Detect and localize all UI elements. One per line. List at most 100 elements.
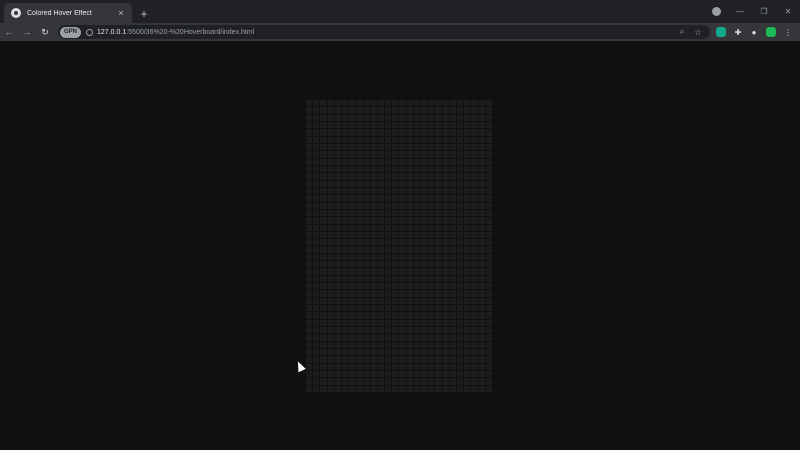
grid-cell[interactable] [471,312,478,319]
grid-cell[interactable] [370,378,377,385]
grid-cell[interactable] [478,195,485,202]
grid-cell[interactable] [464,173,471,180]
grid-cell[interactable] [442,100,449,107]
grid-cell[interactable] [485,136,492,143]
grid-cell[interactable] [442,327,449,334]
grid-cell[interactable] [428,341,435,349]
grid-cell[interactable] [313,363,320,371]
grid-cell[interactable] [327,319,334,327]
grid-cell[interactable] [320,268,327,275]
grid-cell[interactable] [464,100,471,107]
grid-cell[interactable] [413,312,421,319]
grid-cell[interactable] [478,107,485,114]
grid-cell[interactable] [385,246,392,253]
grid-cell[interactable] [435,334,442,341]
grid-cell[interactable] [485,202,492,209]
grid-cell[interactable] [464,209,471,217]
grid-cell[interactable] [435,136,442,143]
grid-cell[interactable] [356,187,363,195]
grid-cell[interactable] [435,356,442,363]
grid-cell[interactable] [428,165,435,173]
grid-cell[interactable] [485,129,492,136]
grid-cell[interactable] [363,158,370,165]
grid-cell[interactable] [363,305,370,312]
grid-cell[interactable] [428,217,435,224]
grid-cell[interactable] [413,378,421,385]
grid-cell[interactable] [471,165,478,173]
grid-cell[interactable] [313,378,320,385]
grid-cell[interactable] [334,165,341,173]
grid-cell[interactable] [392,385,399,392]
grid-cell[interactable] [399,209,406,217]
grid-cell[interactable] [377,305,385,312]
grid-cell[interactable] [341,334,349,341]
grid-cell[interactable] [399,363,406,371]
grid-cell[interactable] [320,253,327,261]
grid-cell[interactable] [442,121,449,129]
grid-cell[interactable] [457,173,464,180]
grid-cell[interactable] [320,246,327,253]
grid-cell[interactable] [449,327,457,334]
grid-cell[interactable] [363,356,370,363]
grid-cell[interactable] [363,231,370,239]
grid-cell[interactable] [392,349,399,356]
grid-cell[interactable] [349,385,356,392]
grid-cell[interactable] [485,334,492,341]
grid-cell[interactable] [464,349,471,356]
grid-cell[interactable] [334,253,341,261]
grid-cell[interactable] [327,143,334,151]
back-button[interactable]: ← [0,23,18,41]
grid-cell[interactable] [413,173,421,180]
grid-cell[interactable] [334,121,341,129]
grid-cell[interactable] [306,334,313,341]
grid-cell[interactable] [341,261,349,268]
grid-cell[interactable] [399,217,406,224]
grid-cell[interactable] [341,239,349,246]
grid-cell[interactable] [442,371,449,378]
grid-cell[interactable] [327,100,334,107]
grid-cell[interactable] [457,261,464,268]
grid-cell[interactable] [421,209,428,217]
grid-cell[interactable] [370,158,377,165]
grid-cell[interactable] [449,319,457,327]
grid-cell[interactable] [320,312,327,319]
grid-cell[interactable] [349,253,356,261]
grid-cell[interactable] [457,297,464,305]
grid-cell[interactable] [363,327,370,334]
grid-cell[interactable] [478,283,485,290]
grid-cell[interactable] [406,114,413,121]
profile-icon[interactable]: ● [746,28,762,37]
grid-cell[interactable] [442,187,449,195]
grid-cell[interactable] [313,268,320,275]
grid-cell[interactable] [478,305,485,312]
grid-cell[interactable] [385,180,392,187]
grid-cell[interactable] [464,158,471,165]
grid-cell[interactable] [327,371,334,378]
grid-cell[interactable] [377,356,385,363]
grid-cell[interactable] [349,107,356,114]
grid-cell[interactable] [449,290,457,297]
grid-cell[interactable] [399,297,406,305]
grid-cell[interactable] [363,261,370,268]
grid-cell[interactable] [471,275,478,283]
grid-cell[interactable] [356,356,363,363]
grid-cell[interactable] [313,165,320,173]
grid-cell[interactable] [399,349,406,356]
grid-cell[interactable] [392,165,399,173]
grid-cell[interactable] [370,202,377,209]
grid-cell[interactable] [442,253,449,261]
grid-cell[interactable] [370,239,377,246]
hoverboard-grid[interactable] [306,100,492,392]
grid-cell[interactable] [442,283,449,290]
grid-cell[interactable] [399,187,406,195]
grid-cell[interactable] [464,371,471,378]
grid-cell[interactable] [471,100,478,107]
grid-cell[interactable] [478,261,485,268]
new-tab-button[interactable]: + [138,8,150,20]
grid-cell[interactable] [413,158,421,165]
grid-cell[interactable] [385,136,392,143]
grid-cell[interactable] [478,275,485,283]
grid-cell[interactable] [435,151,442,158]
grid-cell[interactable] [392,356,399,363]
grid-cell[interactable] [306,246,313,253]
